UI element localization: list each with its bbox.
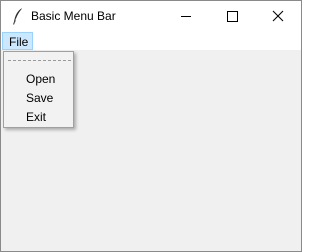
file-dropdown-menu: Open Save Exit <box>3 51 74 128</box>
tearoff-line[interactable] <box>8 60 71 61</box>
maximize-icon <box>227 11 238 22</box>
app-window: Basic Menu Bar File Open Save Exit <box>0 0 302 252</box>
menu-item-save[interactable]: Save <box>26 91 53 105</box>
menu-item-exit[interactable]: Exit <box>26 110 46 124</box>
close-button[interactable] <box>255 1 301 31</box>
menu-file-label: File <box>9 35 29 49</box>
minimize-button[interactable] <box>163 1 209 31</box>
close-icon <box>272 10 284 22</box>
menu-item-open[interactable]: Open <box>26 72 55 86</box>
maximize-button[interactable] <box>209 1 255 31</box>
minimize-icon <box>181 16 191 17</box>
menu-file[interactable]: File <box>2 32 33 50</box>
title-bar[interactable]: Basic Menu Bar <box>1 1 301 31</box>
window-title: Basic Menu Bar <box>31 9 116 23</box>
feather-icon <box>12 7 24 25</box>
menu-bar: File <box>1 31 301 50</box>
